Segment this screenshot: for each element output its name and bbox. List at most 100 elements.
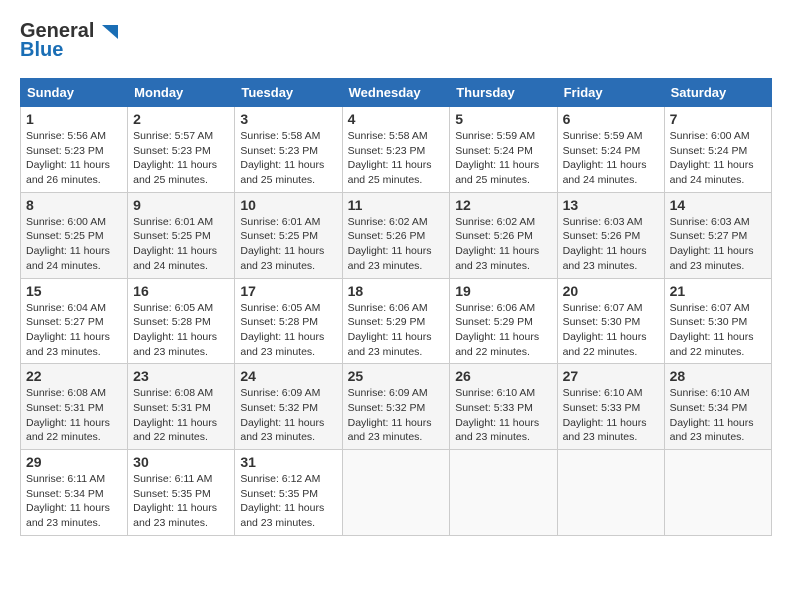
day-number: 22 [26, 368, 122, 384]
calendar-day-cell [557, 450, 664, 536]
page-header: General Blue [20, 20, 772, 62]
calendar-day-cell: 1Sunrise: 5:56 AM Sunset: 5:23 PM Daylig… [21, 107, 128, 193]
day-number: 10 [240, 197, 336, 213]
day-number: 29 [26, 454, 122, 470]
day-number: 9 [133, 197, 229, 213]
calendar-day-cell: 19Sunrise: 6:06 AM Sunset: 5:29 PM Dayli… [450, 278, 557, 364]
calendar-day-cell: 9Sunrise: 6:01 AM Sunset: 5:25 PM Daylig… [128, 192, 235, 278]
calendar-day-cell: 26Sunrise: 6:10 AM Sunset: 5:33 PM Dayli… [450, 364, 557, 450]
day-number: 25 [348, 368, 445, 384]
day-number: 7 [670, 111, 766, 127]
logo-arrow-icon [96, 21, 118, 43]
weekday-header: Monday [128, 79, 235, 107]
day-number: 30 [133, 454, 229, 470]
day-number: 4 [348, 111, 445, 127]
day-number: 26 [455, 368, 551, 384]
day-info: Sunrise: 6:10 AM Sunset: 5:34 PM Dayligh… [670, 386, 766, 445]
day-info: Sunrise: 6:00 AM Sunset: 5:25 PM Dayligh… [26, 215, 122, 274]
calendar-day-cell: 28 Sunrise: 6:10 AM Sunset: 5:34 PM Dayli… [664, 364, 771, 450]
day-info: Sunrise: 6:03 AM Sunset: 5:26 PM Dayligh… [563, 215, 659, 274]
calendar-day-cell: 12Sunrise: 6:02 AM Sunset: 5:26 PM Dayli… [450, 192, 557, 278]
weekday-header: Sunday [21, 79, 128, 107]
calendar-day-cell: 23 Sunrise: 6:08 AM Sunset: 5:31 PM Dayli… [128, 364, 235, 450]
day-info: Sunrise: 5:59 AM Sunset: 5:24 PM Dayligh… [455, 129, 551, 188]
calendar-day-cell: 31 Sunrise: 6:12 AM Sunset: 5:35 PM Dayli… [235, 450, 342, 536]
day-number: 31 [240, 454, 336, 470]
calendar-day-cell: 17 Sunrise: 6:05 AM Sunset: 5:28 PM Dayli… [235, 278, 342, 364]
day-number: 23 [133, 368, 229, 384]
day-number: 16 [133, 283, 229, 299]
weekday-header: Tuesday [235, 79, 342, 107]
day-number: 27 [563, 368, 659, 384]
calendar-day-cell: 4 Sunrise: 5:58 AM Sunset: 5:23 PM Daylig… [342, 107, 450, 193]
day-number: 13 [563, 197, 659, 213]
weekday-header: Saturday [664, 79, 771, 107]
calendar-day-cell: 20 Sunrise: 6:07 AM Sunset: 5:30 PM Dayli… [557, 278, 664, 364]
calendar-day-cell: 24Sunrise: 6:09 AM Sunset: 5:32 PM Dayli… [235, 364, 342, 450]
calendar-day-cell: 6 Sunrise: 5:59 AM Sunset: 5:24 PM Daylig… [557, 107, 664, 193]
day-info: Sunrise: 5:59 AM Sunset: 5:24 PM Dayligh… [563, 129, 659, 188]
day-number: 3 [240, 111, 336, 127]
day-info: Sunrise: 6:08 AM Sunset: 5:31 PM Dayligh… [26, 386, 122, 445]
day-info: Sunrise: 6:04 AM Sunset: 5:27 PM Dayligh… [26, 301, 122, 360]
calendar-table: SundayMondayTuesdayWednesdayThursdayFrid… [20, 78, 772, 536]
day-number: 28 [670, 368, 766, 384]
day-info: Sunrise: 6:11 AM Sunset: 5:34 PM Dayligh… [26, 472, 122, 531]
day-info: Sunrise: 6:03 AM Sunset: 5:27 PM Dayligh… [670, 215, 766, 274]
day-info: Sunrise: 6:12 AM Sunset: 5:35 PM Dayligh… [240, 472, 336, 531]
calendar-day-cell: 30 Sunrise: 6:11 AM Sunset: 5:35 PM Dayli… [128, 450, 235, 536]
weekday-header: Thursday [450, 79, 557, 107]
day-info: Sunrise: 6:02 AM Sunset: 5:26 PM Dayligh… [348, 215, 445, 274]
calendar-day-cell: 14 Sunrise: 6:03 AM Sunset: 5:27 PM Dayli… [664, 192, 771, 278]
day-number: 19 [455, 283, 551, 299]
day-info: Sunrise: 6:07 AM Sunset: 5:30 PM Dayligh… [670, 301, 766, 360]
calendar-day-cell: 27Sunrise: 6:10 AM Sunset: 5:33 PM Dayli… [557, 364, 664, 450]
calendar-day-cell: 16 Sunrise: 6:05 AM Sunset: 5:28 PM Dayli… [128, 278, 235, 364]
day-info: Sunrise: 6:05 AM Sunset: 5:28 PM Dayligh… [133, 301, 229, 360]
calendar-day-cell: 13 Sunrise: 6:03 AM Sunset: 5:26 PM Dayli… [557, 192, 664, 278]
calendar-day-cell: 22 Sunrise: 6:08 AM Sunset: 5:31 PM Dayli… [21, 364, 128, 450]
day-number: 15 [26, 283, 122, 299]
calendar-day-cell: 18Sunrise: 6:06 AM Sunset: 5:29 PM Dayli… [342, 278, 450, 364]
day-info: Sunrise: 6:00 AM Sunset: 5:24 PM Dayligh… [670, 129, 766, 188]
day-info: Sunrise: 6:06 AM Sunset: 5:29 PM Dayligh… [348, 301, 445, 360]
day-info: Sunrise: 6:11 AM Sunset: 5:35 PM Dayligh… [133, 472, 229, 531]
calendar-day-cell: 3 Sunrise: 5:58 AM Sunset: 5:23 PM Daylig… [235, 107, 342, 193]
calendar-day-cell: 2 Sunrise: 5:57 AM Sunset: 5:23 PM Daylig… [128, 107, 235, 193]
day-number: 8 [26, 197, 122, 213]
day-number: 17 [240, 283, 336, 299]
day-info: Sunrise: 5:58 AM Sunset: 5:23 PM Dayligh… [240, 129, 336, 188]
calendar-day-cell: 10 Sunrise: 6:01 AM Sunset: 5:25 PM Dayli… [235, 192, 342, 278]
day-info: Sunrise: 5:58 AM Sunset: 5:23 PM Dayligh… [348, 129, 445, 188]
day-number: 20 [563, 283, 659, 299]
weekday-header: Wednesday [342, 79, 450, 107]
calendar-day-cell: 15 Sunrise: 6:04 AM Sunset: 5:27 PM Dayli… [21, 278, 128, 364]
calendar-day-cell: 7 Sunrise: 6:00 AM Sunset: 5:24 PM Daylig… [664, 107, 771, 193]
calendar-week-row: 22 Sunrise: 6:08 AM Sunset: 5:31 PM Dayli… [21, 364, 772, 450]
day-number: 5 [455, 111, 551, 127]
day-number: 11 [348, 197, 445, 213]
day-number: 21 [670, 283, 766, 299]
day-number: 12 [455, 197, 551, 213]
day-info: Sunrise: 6:08 AM Sunset: 5:31 PM Dayligh… [133, 386, 229, 445]
day-number: 24 [240, 368, 336, 384]
day-info: Sunrise: 5:57 AM Sunset: 5:23 PM Dayligh… [133, 129, 229, 188]
logo-blue: Blue [20, 39, 63, 62]
calendar-week-row: 15 Sunrise: 6:04 AM Sunset: 5:27 PM Dayli… [21, 278, 772, 364]
calendar-day-cell: 25 Sunrise: 6:09 AM Sunset: 5:32 PM Dayli… [342, 364, 450, 450]
calendar-week-row: 8 Sunrise: 6:00 AM Sunset: 5:25 PM Daylig… [21, 192, 772, 278]
calendar-day-cell: 21 Sunrise: 6:07 AM Sunset: 5:30 PM Dayli… [664, 278, 771, 364]
calendar-day-cell: 11 Sunrise: 6:02 AM Sunset: 5:26 PM Dayli… [342, 192, 450, 278]
day-info: Sunrise: 6:05 AM Sunset: 5:28 PM Dayligh… [240, 301, 336, 360]
calendar-body: 1Sunrise: 5:56 AM Sunset: 5:23 PM Daylig… [21, 107, 772, 536]
day-info: Sunrise: 6:01 AM Sunset: 5:25 PM Dayligh… [240, 215, 336, 274]
calendar-day-cell: 29 Sunrise: 6:11 AM Sunset: 5:34 PM Dayli… [21, 450, 128, 536]
calendar-day-cell: 5 Sunrise: 5:59 AM Sunset: 5:24 PM Daylig… [450, 107, 557, 193]
day-number: 6 [563, 111, 659, 127]
day-number: 2 [133, 111, 229, 127]
calendar-header-row: SundayMondayTuesdayWednesdayThursdayFrid… [21, 79, 772, 107]
day-info: Sunrise: 6:07 AM Sunset: 5:30 PM Dayligh… [563, 301, 659, 360]
day-info: Sunrise: 6:09 AM Sunset: 5:32 PM Dayligh… [348, 386, 445, 445]
day-number: 14 [670, 197, 766, 213]
calendar-day-cell [342, 450, 450, 536]
